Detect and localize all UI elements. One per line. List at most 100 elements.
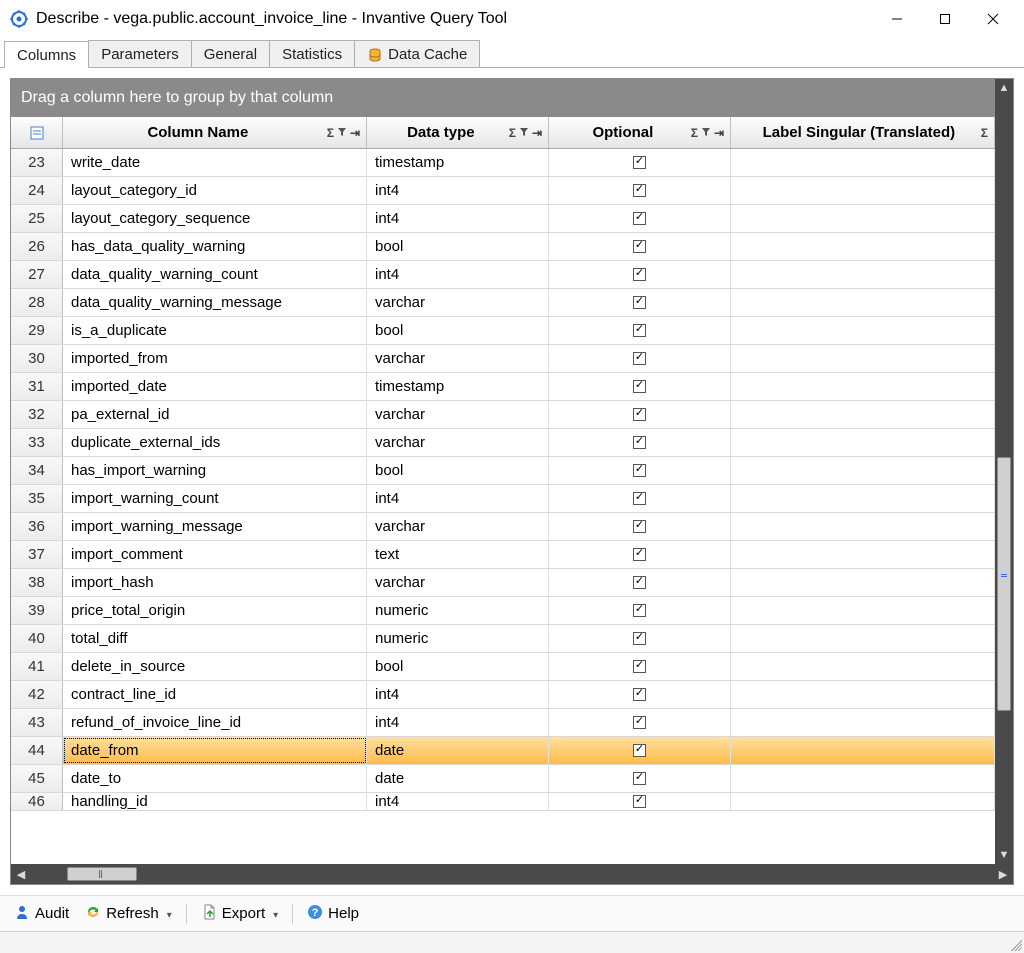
header-tools[interactable]: Σ ⇥ [509, 126, 542, 140]
cell-label-singular[interactable] [731, 597, 995, 624]
table-row[interactable]: 39price_total_originnumeric [11, 597, 1013, 625]
tab-parameters[interactable]: Parameters [88, 40, 192, 67]
row-number[interactable]: 37 [11, 541, 63, 568]
checkbox-checked-icon[interactable] [633, 324, 646, 337]
cell-label-singular[interactable] [731, 345, 995, 372]
row-number[interactable]: 24 [11, 177, 63, 204]
sigma-icon[interactable]: Σ [981, 126, 988, 140]
cell-optional[interactable] [549, 401, 731, 428]
row-number[interactable]: 38 [11, 569, 63, 596]
close-button[interactable] [970, 4, 1016, 34]
table-row[interactable]: 32pa_external_idvarchar [11, 401, 1013, 429]
sigma-icon[interactable]: Σ [509, 126, 516, 140]
row-number[interactable]: 35 [11, 485, 63, 512]
header-tools[interactable]: Σ [981, 126, 988, 140]
cell-data-type[interactable]: timestamp [367, 373, 549, 400]
cell-optional[interactable] [549, 317, 731, 344]
cell-label-singular[interactable] [731, 373, 995, 400]
row-number[interactable]: 43 [11, 709, 63, 736]
cell-data-type[interactable]: bool [367, 233, 549, 260]
dropdown-arrow-icon[interactable] [270, 905, 278, 922]
checkbox-checked-icon[interactable] [633, 772, 646, 785]
header-tools[interactable]: Σ ⇥ [691, 126, 724, 140]
table-row[interactable]: 25layout_category_sequenceint4 [11, 205, 1013, 233]
cell-column-name[interactable]: write_date [63, 149, 367, 176]
cell-data-type[interactable]: int4 [367, 485, 549, 512]
row-number[interactable]: 36 [11, 513, 63, 540]
cell-optional[interactable] [549, 429, 731, 456]
maximize-button[interactable] [922, 4, 968, 34]
cell-data-type[interactable]: bool [367, 457, 549, 484]
table-row[interactable]: 28data_quality_warning_messagevarchar [11, 289, 1013, 317]
cell-data-type[interactable]: bool [367, 653, 549, 680]
table-row[interactable]: 45date_todate [11, 765, 1013, 793]
header-data-type[interactable]: Data type Σ ⇥ [367, 117, 549, 148]
header-label-singular[interactable]: Label Singular (Translated) Σ [731, 117, 995, 148]
table-row[interactable]: 36import_warning_messagevarchar [11, 513, 1013, 541]
table-row[interactable]: 35import_warning_countint4 [11, 485, 1013, 513]
cell-label-singular[interactable] [731, 653, 995, 680]
cell-column-name[interactable]: pa_external_id [63, 401, 367, 428]
header-optional[interactable]: Optional Σ ⇥ [549, 117, 731, 148]
cell-column-name[interactable]: delete_in_source [63, 653, 367, 680]
table-row[interactable]: 29is_a_duplicatebool [11, 317, 1013, 345]
checkbox-checked-icon[interactable] [633, 436, 646, 449]
cell-label-singular[interactable] [731, 513, 995, 540]
table-row[interactable]: 30imported_fromvarchar [11, 345, 1013, 373]
cell-optional[interactable] [549, 681, 731, 708]
header-column-name[interactable]: Column Name Σ ⇥ [63, 117, 367, 148]
cell-data-type[interactable]: int4 [367, 793, 549, 810]
cell-optional[interactable] [549, 709, 731, 736]
cell-data-type[interactable]: varchar [367, 569, 549, 596]
cell-label-singular[interactable] [731, 485, 995, 512]
cell-optional[interactable] [549, 345, 731, 372]
vertical-scrollbar[interactable]: ▲ ▼ [995, 79, 1013, 864]
scroll-track[interactable] [31, 864, 993, 884]
row-number[interactable]: 44 [11, 737, 63, 764]
row-number[interactable]: 42 [11, 681, 63, 708]
cell-optional[interactable] [549, 597, 731, 624]
checkbox-checked-icon[interactable] [633, 352, 646, 365]
group-by-panel[interactable]: Drag a column here to group by that colu… [11, 79, 1013, 117]
cell-data-type[interactable]: varchar [367, 401, 549, 428]
cell-label-singular[interactable] [731, 289, 995, 316]
cell-optional[interactable] [549, 373, 731, 400]
cell-data-type[interactable]: date [367, 765, 549, 792]
cell-label-singular[interactable] [731, 149, 995, 176]
row-number[interactable]: 33 [11, 429, 63, 456]
tab-general[interactable]: General [191, 40, 270, 67]
cell-column-name[interactable]: duplicate_external_ids [63, 429, 367, 456]
sigma-icon[interactable]: Σ [327, 126, 334, 140]
grid-body[interactable]: 23write_datetimestamp24layout_category_i… [11, 149, 1013, 864]
checkbox-checked-icon[interactable] [633, 520, 646, 533]
cell-optional[interactable] [549, 205, 731, 232]
cell-label-singular[interactable] [731, 457, 995, 484]
filter-icon[interactable] [519, 126, 529, 140]
checkbox-checked-icon[interactable] [633, 795, 646, 808]
table-row[interactable]: 33duplicate_external_idsvarchar [11, 429, 1013, 457]
cell-column-name[interactable]: is_a_duplicate [63, 317, 367, 344]
cell-column-name[interactable]: has_data_quality_warning [63, 233, 367, 260]
checkbox-checked-icon[interactable] [633, 184, 646, 197]
cell-column-name[interactable]: has_import_warning [63, 457, 367, 484]
scroll-down-arrow[interactable]: ▼ [995, 846, 1013, 864]
cell-label-singular[interactable] [731, 261, 995, 288]
row-number[interactable]: 28 [11, 289, 63, 316]
checkbox-checked-icon[interactable] [633, 408, 646, 421]
table-row[interactable]: 37import_commenttext [11, 541, 1013, 569]
row-number[interactable]: 31 [11, 373, 63, 400]
cell-data-type[interactable]: int4 [367, 205, 549, 232]
cell-label-singular[interactable] [731, 401, 995, 428]
row-number[interactable]: 23 [11, 149, 63, 176]
cell-data-type[interactable]: numeric [367, 625, 549, 652]
cell-label-singular[interactable] [731, 625, 995, 652]
checkbox-checked-icon[interactable] [633, 268, 646, 281]
cell-optional[interactable] [549, 541, 731, 568]
minimize-button[interactable] [874, 4, 920, 34]
cell-optional[interactable] [549, 233, 731, 260]
help-button[interactable]: ? Help [301, 901, 365, 927]
tab-statistics[interactable]: Statistics [269, 40, 355, 67]
cell-label-singular[interactable] [731, 737, 995, 764]
checkbox-checked-icon[interactable] [633, 212, 646, 225]
cell-data-type[interactable]: varchar [367, 429, 549, 456]
